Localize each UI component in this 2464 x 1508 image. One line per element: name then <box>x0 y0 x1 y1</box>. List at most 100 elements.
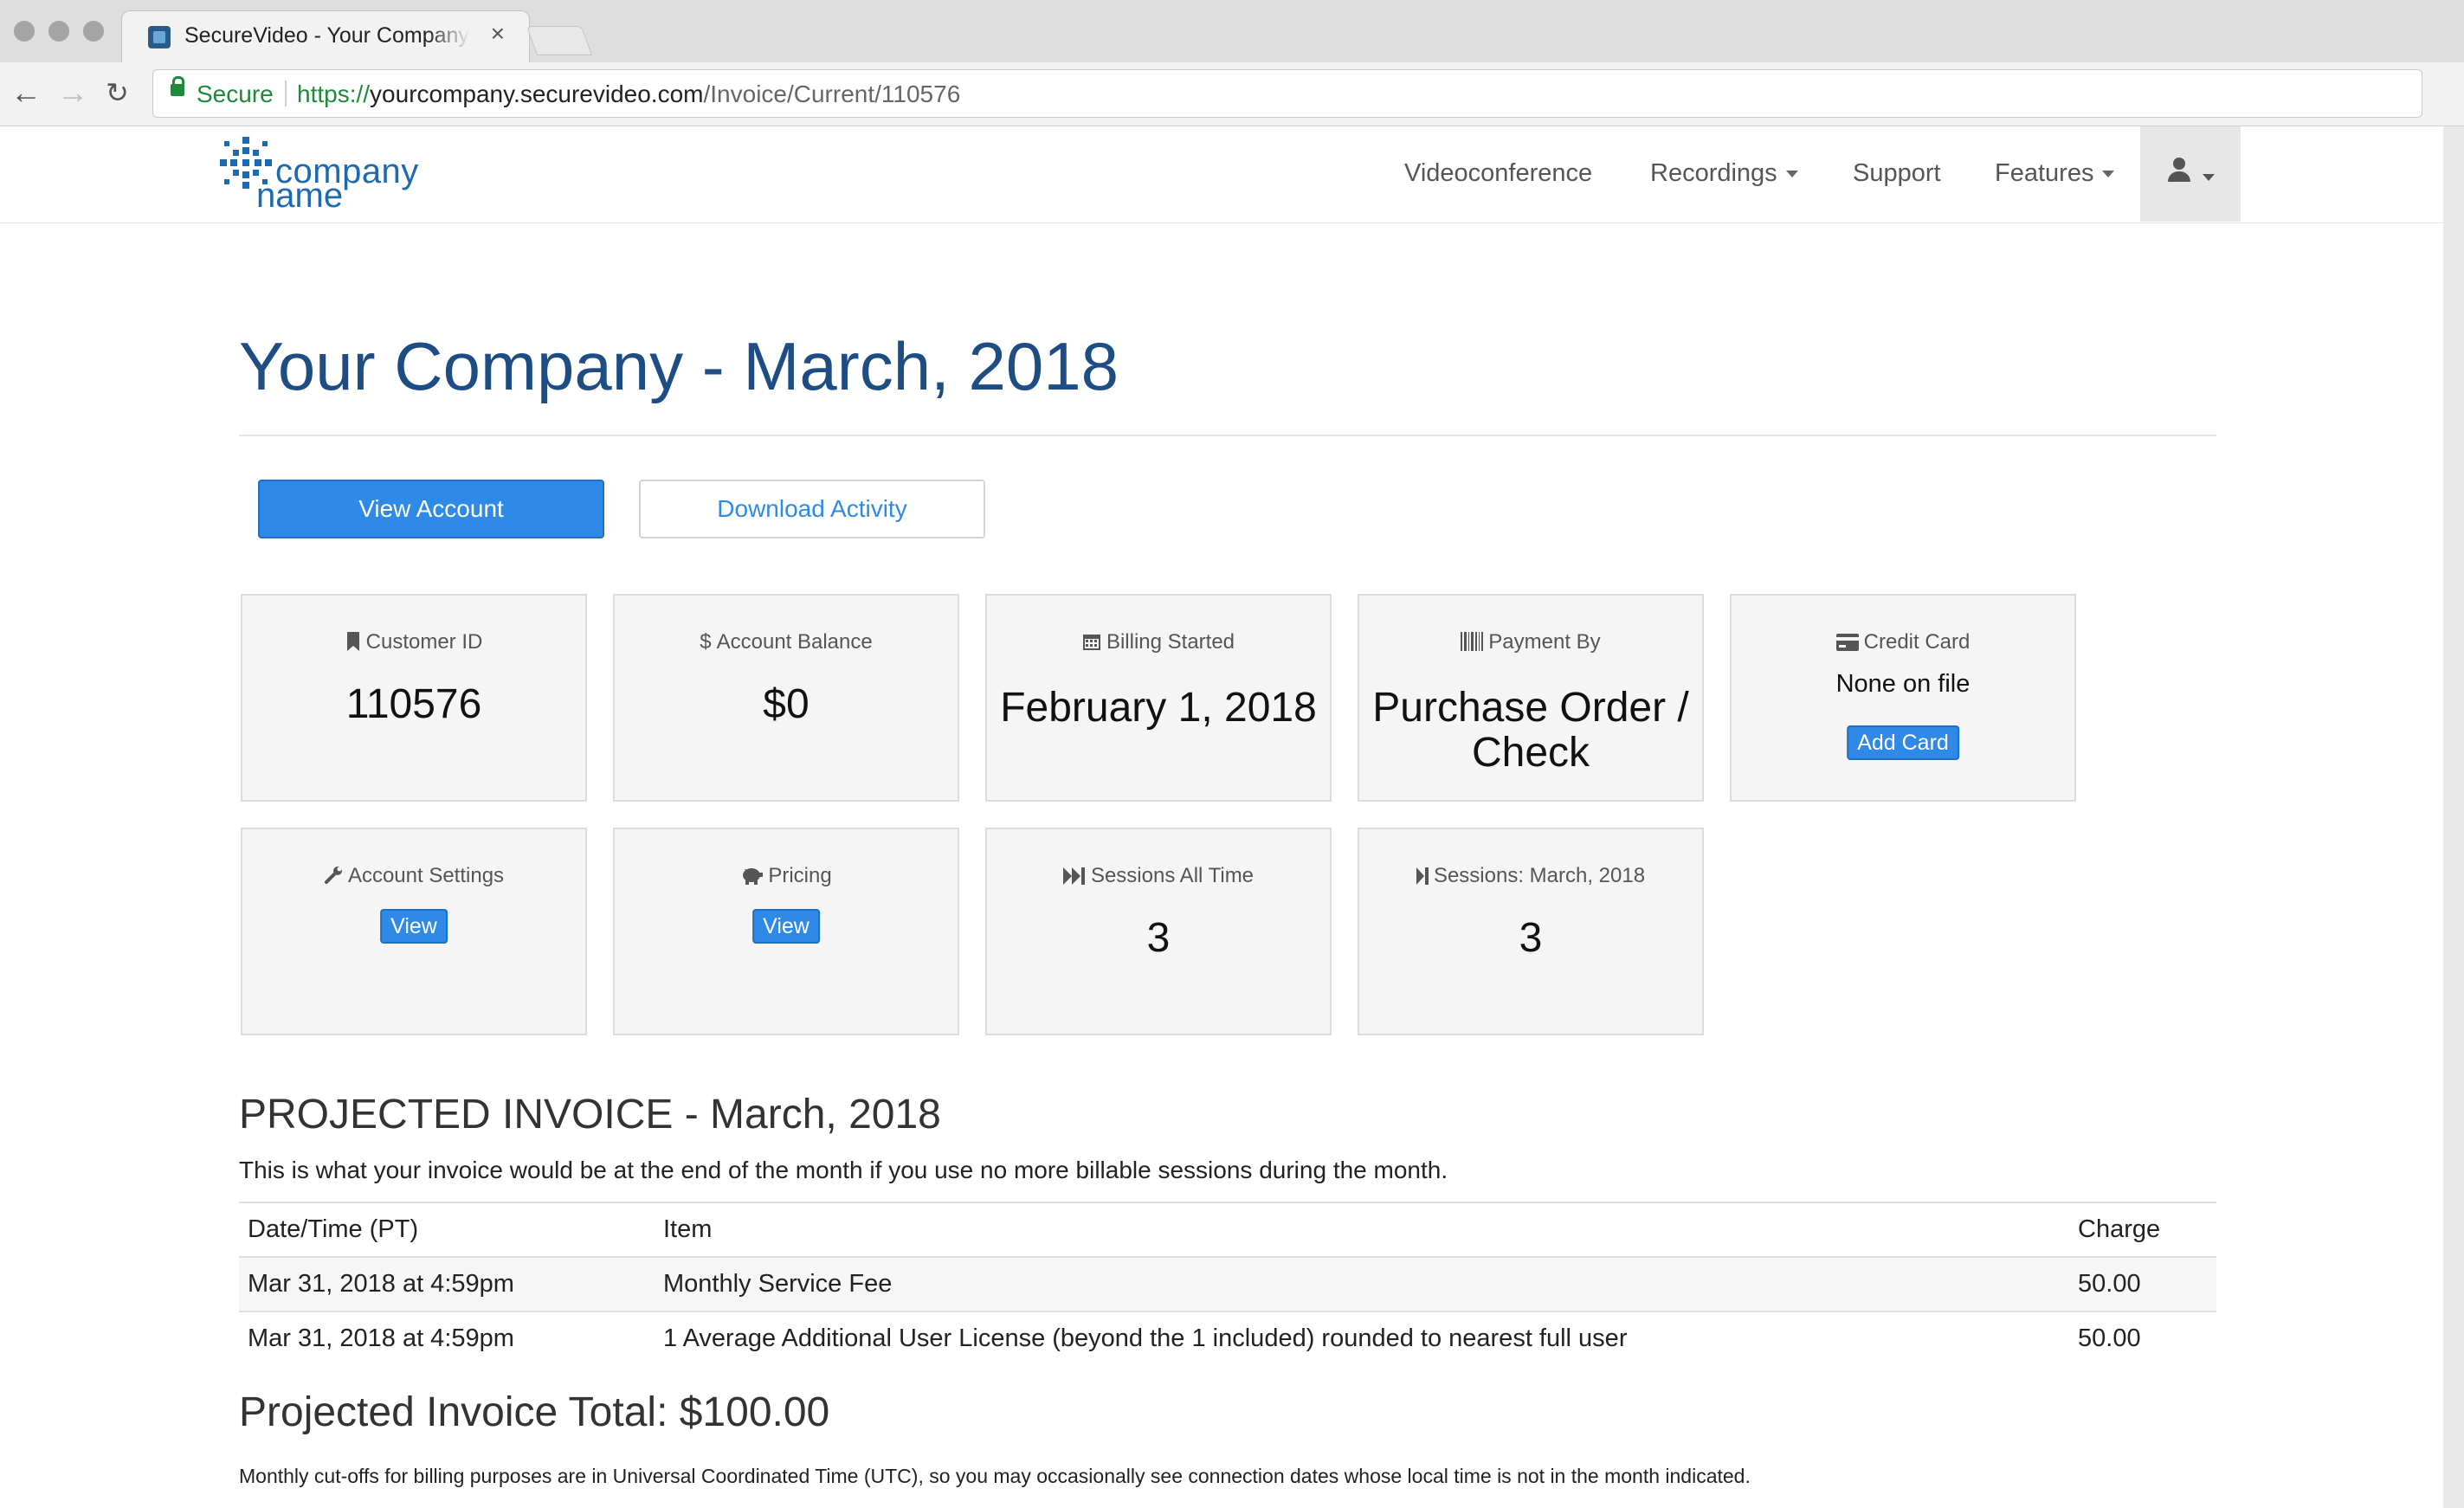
browser-tab[interactable]: SecureVideo - Your Company × <box>121 10 530 62</box>
column-header-datetime: Date/Time (PT) <box>239 1202 655 1258</box>
bookmark-icon <box>346 632 359 651</box>
reload-icon[interactable]: ↻ <box>106 76 129 109</box>
browser-titlebar: SecureVideo - Your Company × <box>0 0 2464 62</box>
sessions-all-time-value: 3 <box>1146 915 1171 961</box>
customer-id-label: Customer ID <box>365 630 483 654</box>
calendar-icon <box>1082 635 1100 650</box>
wrench-icon <box>324 867 342 884</box>
window-minimize-control[interactable] <box>48 21 69 42</box>
row-item: 1 Average Additional User License (beyon… <box>655 1311 2069 1365</box>
payment-by-value: Purchase Order / Check <box>1372 685 1689 776</box>
projected-invoice-total: Projected Invoice Total: $100.00 <box>239 1389 830 1435</box>
account-balance-card: $ Account Balance $0 <box>613 594 959 802</box>
user-icon <box>2173 158 2185 170</box>
account-settings-view-button[interactable]: View <box>380 909 448 944</box>
lock-icon <box>171 76 184 96</box>
address-bar[interactable]: Secure https://yourcompany.securevideo.c… <box>152 69 2422 118</box>
nav-features[interactable]: Features <box>1995 159 2115 188</box>
table-row: Mar 31, 2018 at 4:59pm Monthly Service F… <box>239 1256 2216 1311</box>
url-path: /Invoice/Current/110576 <box>703 81 961 107</box>
billing-started-label: Billing Started <box>1106 630 1235 654</box>
browser-toolbar: ← → ↻ Secure https://yourcompany.securev… <box>0 62 2464 126</box>
nav-recordings-label: Recordings <box>1650 159 1777 187</box>
new-tab-button[interactable] <box>526 26 593 55</box>
projected-invoice-heading: PROJECTED INVOICE - March, 2018 <box>239 1092 941 1137</box>
payment-by-card: Payment By Purchase Order / Check <box>1358 594 1704 802</box>
user-icon-body <box>2168 171 2190 182</box>
favicon-icon <box>148 26 171 48</box>
credit-card-card: Credit Card None on file Add Card <box>1730 594 2076 802</box>
row-datetime: Mar 31, 2018 at 4:59pm <box>239 1256 655 1311</box>
dollar-icon: $ <box>700 630 712 654</box>
row-charge: 50.00 <box>2069 1311 2216 1365</box>
customer-id-value: 110576 <box>345 681 482 727</box>
credit-card-icon <box>1835 634 1859 651</box>
invoice-table: Date/Time (PT) Item Charge Mar 31, 2018 … <box>239 1202 2216 1365</box>
column-header-item: Item <box>655 1202 2069 1258</box>
table-header-row: Date/Time (PT) Item Charge <box>239 1202 2216 1258</box>
pricing-view-button[interactable]: View <box>752 909 820 944</box>
nav-videoconference[interactable]: Videoconference <box>1404 159 1592 188</box>
fast-forward-icon <box>1062 867 1085 885</box>
url-scheme: https:// <box>297 81 371 107</box>
sessions-all-time-label: Sessions All Time <box>1090 864 1255 887</box>
column-header-charge: Charge <box>2069 1202 2216 1258</box>
row-item: Monthly Service Fee <box>655 1256 2069 1311</box>
pricing-label: Pricing <box>768 864 832 887</box>
pricing-label-row: Pricing <box>615 864 958 888</box>
page-title: Your Company - March, 2018 <box>239 328 1119 404</box>
barcode-icon <box>1461 632 1484 651</box>
nav-support[interactable]: Support <box>1853 159 1941 188</box>
row-charge: 50.00 <box>2069 1256 2216 1311</box>
credit-card-label: Credit Card <box>1863 630 1971 654</box>
view-account-button[interactable]: View Account <box>258 480 604 538</box>
row-datetime: Mar 31, 2018 at 4:59pm <box>239 1311 655 1365</box>
credit-card-label-row: Credit Card <box>1732 630 2074 654</box>
billing-started-value: February 1, 2018 <box>1000 685 1317 731</box>
url-host: yourcompany.securevideo.com <box>370 81 704 107</box>
title-divider <box>239 435 2216 436</box>
site-header: company name Videoconference Recordings … <box>0 126 2443 223</box>
sessions-month-label-row: Sessions: March, 2018 <box>1359 864 1702 888</box>
account-balance-label-row: $ Account Balance <box>615 630 958 654</box>
account-settings-label-row: Account Settings <box>242 864 585 888</box>
billing-footnote: Monthly cut-offs for billing purposes ar… <box>239 1465 1751 1487</box>
nav-features-label: Features <box>1995 159 2094 187</box>
account-settings-card: Account Settings View <box>241 828 587 1035</box>
back-arrow-icon[interactable]: ← <box>10 74 42 111</box>
account-balance-label: Account Balance <box>716 630 873 654</box>
sessions-all-time-label-row: Sessions All Time <box>987 864 1330 888</box>
tab-close-icon[interactable]: × <box>491 20 505 48</box>
window-close-control[interactable] <box>14 21 35 42</box>
download-activity-button[interactable]: Download Activity <box>639 480 985 538</box>
projected-invoice-description: This is what your invoice would be at th… <box>239 1157 1448 1183</box>
url-text[interactable]: https://yourcompany.securevideo.com/Invo… <box>297 81 960 108</box>
chevron-down-icon <box>2102 171 2115 178</box>
piggy-bank-icon <box>743 868 764 885</box>
credit-card-value: None on file <box>1835 670 1971 698</box>
pricing-card: Pricing View <box>613 828 959 1035</box>
nav-recordings[interactable]: Recordings <box>1650 159 1798 188</box>
account-balance-value: $0 <box>763 681 810 727</box>
window-edge <box>2443 126 2464 1508</box>
customer-id-card: Customer ID 110576 <box>241 594 587 802</box>
billing-started-label-row: Billing Started <box>987 630 1330 654</box>
user-menu-button[interactable] <box>2140 126 2241 222</box>
tab-title: SecureVideo - Your Company <box>184 23 469 48</box>
account-settings-label: Account Settings <box>347 864 505 887</box>
chevron-down-icon <box>1785 171 1798 178</box>
add-card-button[interactable]: Add Card <box>1847 725 1959 760</box>
forward-arrow-icon[interactable]: → <box>57 74 88 111</box>
sessions-month-value: 3 <box>1519 915 1543 961</box>
billing-started-card: Billing Started February 1, 2018 <box>985 594 1332 802</box>
customer-id-label-row: Customer ID <box>242 630 585 654</box>
table-row: Mar 31, 2018 at 4:59pm 1 Average Additio… <box>239 1311 2216 1365</box>
chevron-down-icon <box>2203 174 2215 181</box>
logo-text-name: name <box>256 177 344 215</box>
sessions-month-card: Sessions: March, 2018 3 <box>1358 828 1704 1035</box>
secure-label: Secure <box>197 81 274 107</box>
company-logo[interactable]: company name <box>220 133 445 216</box>
sessions-all-time-card: Sessions All Time 3 <box>985 828 1332 1035</box>
window-zoom-control[interactable] <box>83 21 104 42</box>
payment-by-label: Payment By <box>1488 630 1601 654</box>
